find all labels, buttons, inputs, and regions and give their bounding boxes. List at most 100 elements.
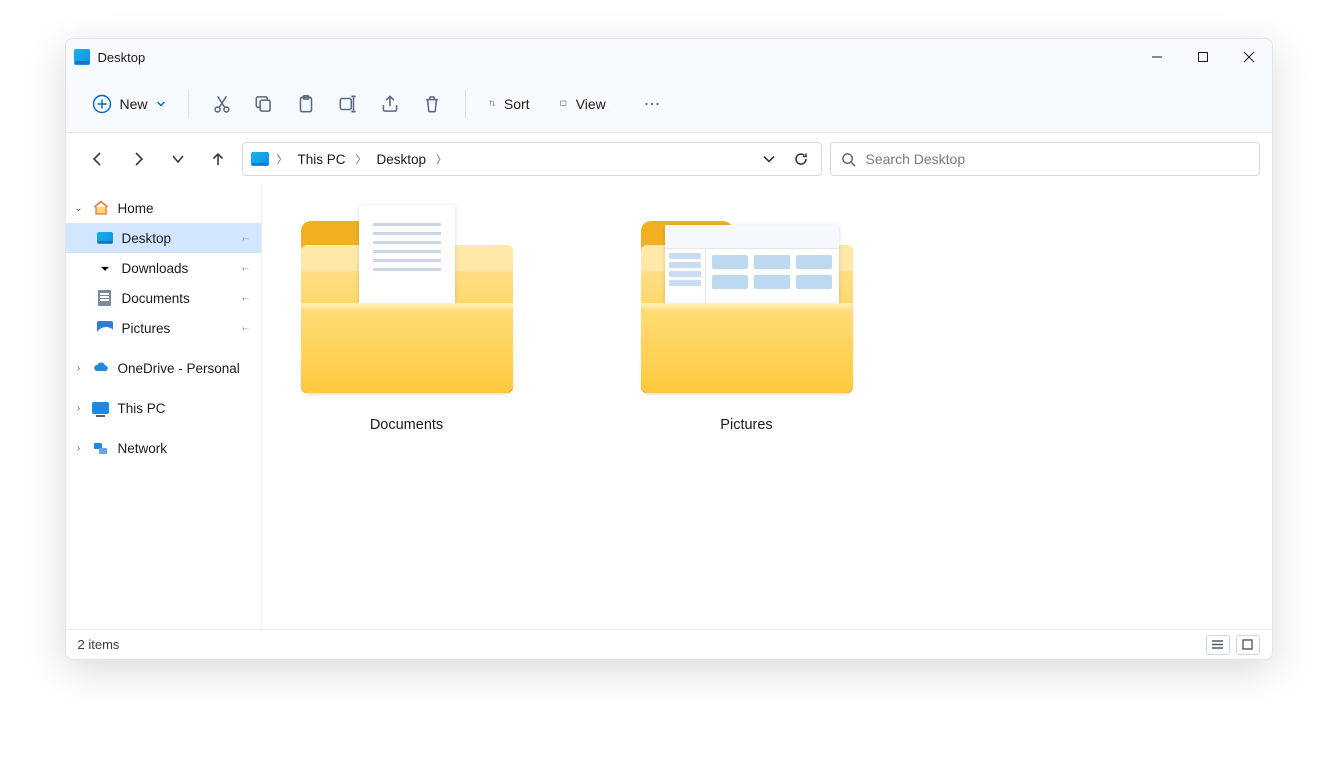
- window-title: Desktop: [98, 50, 146, 65]
- chevron-right-icon: 〉: [434, 151, 449, 167]
- nav-row: 〉 This PC 〉 Desktop 〉: [66, 133, 1272, 185]
- home-icon: [92, 199, 110, 217]
- picture-icon: [96, 319, 114, 337]
- download-icon: [96, 259, 114, 277]
- minimize-button[interactable]: [1134, 39, 1180, 75]
- address-dropdown-button[interactable]: [755, 145, 783, 173]
- share-button[interactable]: [371, 85, 409, 123]
- sidebar-item-desktop[interactable]: Desktop: [66, 223, 261, 253]
- maximize-button[interactable]: [1180, 39, 1226, 75]
- sidebar-item-label: Home: [118, 201, 154, 216]
- search-box[interactable]: [830, 142, 1260, 176]
- search-input[interactable]: [866, 151, 1249, 167]
- address-bar-actions: [755, 145, 815, 173]
- sidebar-item-downloads[interactable]: Downloads: [66, 253, 261, 283]
- titlebar: Desktop: [66, 39, 1272, 75]
- sidebar-item-label: Desktop: [122, 231, 172, 246]
- desktop-icon: [74, 49, 90, 65]
- document-icon: [96, 289, 114, 307]
- view-icon: [559, 99, 567, 107]
- status-bar: 2 items: [66, 629, 1272, 659]
- monitor-icon: [92, 399, 110, 417]
- sidebar: ⌄ Home Desktop Downloads Documents: [66, 185, 262, 629]
- desktop-icon: [96, 229, 114, 247]
- paste-button[interactable]: [287, 85, 325, 123]
- icons-view-button[interactable]: [1236, 635, 1260, 655]
- chevron-down-icon[interactable]: ⌄: [72, 203, 86, 214]
- new-button[interactable]: New: [84, 85, 174, 123]
- folder-pictures[interactable]: Pictures: [632, 211, 862, 443]
- search-icon: [841, 152, 856, 167]
- cut-button[interactable]: [203, 85, 241, 123]
- close-button[interactable]: [1226, 39, 1272, 75]
- folder-icon: [297, 221, 517, 393]
- body: ⌄ Home Desktop Downloads Documents: [66, 185, 1272, 629]
- location-icon: [251, 152, 269, 166]
- sidebar-item-label: Pictures: [122, 321, 171, 336]
- sidebar-item-label: Documents: [122, 291, 190, 306]
- pin-icon: [238, 290, 251, 306]
- folder-label: Documents: [370, 417, 443, 433]
- window-controls: [1134, 39, 1272, 75]
- view-label: View: [576, 96, 606, 112]
- rename-icon: [337, 93, 359, 115]
- copy-icon: [253, 93, 275, 115]
- chevron-right-icon: 〉: [275, 151, 290, 167]
- folder-icon: [637, 221, 857, 393]
- pin-icon: [238, 320, 251, 336]
- sidebar-item-onedrive[interactable]: › OneDrive - Personal: [66, 353, 261, 383]
- sidebar-item-home[interactable]: ⌄ Home: [66, 193, 261, 223]
- address-bar[interactable]: 〉 This PC 〉 Desktop 〉: [242, 142, 822, 176]
- delete-icon: [421, 93, 443, 115]
- status-text: 2 items: [78, 637, 120, 652]
- chevron-right-icon[interactable]: ›: [72, 443, 86, 454]
- copy-button[interactable]: [245, 85, 283, 123]
- chevron-down-icon: [614, 99, 616, 109]
- sort-icon: [488, 99, 496, 107]
- plus-circle-icon: [92, 94, 112, 114]
- onedrive-icon: [92, 359, 110, 377]
- chevron-right-icon: 〉: [354, 151, 369, 167]
- chevron-down-icon: [156, 99, 166, 109]
- sidebar-item-label: This PC: [118, 401, 166, 416]
- pin-icon: [238, 230, 251, 246]
- file-explorer-window: Desktop New Sort View: [65, 38, 1273, 660]
- chevron-down-icon: [538, 99, 540, 109]
- more-button[interactable]: [633, 85, 671, 123]
- crumb-desktop[interactable]: Desktop: [371, 148, 433, 171]
- pin-icon: [238, 260, 251, 276]
- view-button[interactable]: View: [551, 85, 623, 123]
- delete-button[interactable]: [413, 85, 451, 123]
- refresh-button[interactable]: [787, 145, 815, 173]
- sidebar-item-label: Network: [118, 441, 168, 456]
- sidebar-item-network[interactable]: › Network: [66, 433, 261, 463]
- toolbar: New Sort View: [66, 75, 1272, 133]
- separator: [465, 90, 466, 118]
- cut-icon: [211, 93, 233, 115]
- up-button[interactable]: [202, 143, 234, 175]
- recent-button[interactable]: [162, 143, 194, 175]
- view-mode-buttons: [1206, 635, 1260, 655]
- chevron-right-icon[interactable]: ›: [72, 363, 86, 374]
- sidebar-item-thispc[interactable]: › This PC: [66, 393, 261, 423]
- content-area: Documents Pictures: [262, 185, 1272, 629]
- crumb-this-pc[interactable]: This PC: [292, 148, 352, 171]
- sidebar-item-label: OneDrive - Personal: [118, 361, 240, 376]
- back-button[interactable]: [82, 143, 114, 175]
- sort-label: Sort: [504, 96, 530, 112]
- details-view-button[interactable]: [1206, 635, 1230, 655]
- network-icon: [92, 439, 110, 457]
- ellipsis-icon: [641, 93, 663, 115]
- folder-documents[interactable]: Documents: [292, 211, 522, 443]
- sidebar-item-documents[interactable]: Documents: [66, 283, 261, 313]
- rename-button[interactable]: [329, 85, 367, 123]
- new-label: New: [120, 96, 148, 112]
- paste-icon: [295, 93, 317, 115]
- sidebar-item-pictures[interactable]: Pictures: [66, 313, 261, 343]
- separator: [188, 90, 189, 118]
- chevron-right-icon[interactable]: ›: [72, 403, 86, 414]
- share-icon: [379, 93, 401, 115]
- folder-label: Pictures: [720, 417, 772, 433]
- forward-button[interactable]: [122, 143, 154, 175]
- sort-button[interactable]: Sort: [480, 85, 548, 123]
